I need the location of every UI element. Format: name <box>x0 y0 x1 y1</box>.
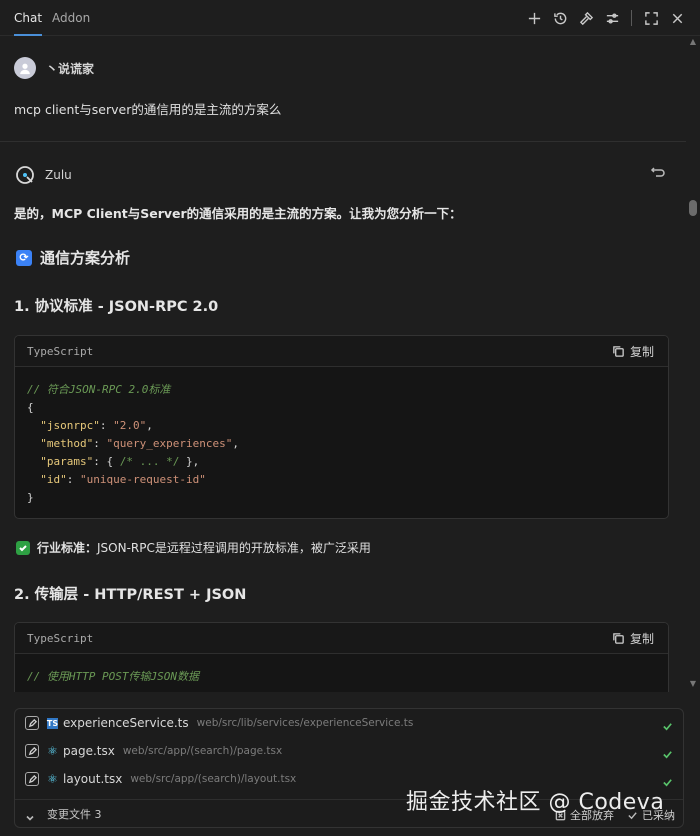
file-path: web/src/app/(search)/page.tsx <box>122 745 283 757</box>
file-name: layout.tsx <box>63 772 123 786</box>
code-language: TypeScript <box>27 631 94 645</box>
code-key: "jsonrpc" <box>40 419 100 432</box>
answer-intro: 是的，MCP Client与Server的通信采用的是主流的方案。让我为您分析一… <box>14 206 462 221</box>
code-key: "id" <box>40 473 67 486</box>
file-name: experienceService.ts <box>63 716 189 730</box>
file-row[interactable]: TS experienceService.ts web/src/lib/serv… <box>15 709 683 737</box>
react-file-icon: ⚛ <box>47 772 58 786</box>
tab-chat[interactable]: Chat <box>0 0 43 36</box>
code-line: { <box>27 401 34 414</box>
code-inline-comment: /* ... */ <box>119 455 180 468</box>
code-value: }, <box>179 455 200 468</box>
copy-button[interactable]: 复制 <box>612 630 654 647</box>
code-value: "2.0" <box>113 419 147 432</box>
code-header: TypeScript 复制 <box>15 336 668 367</box>
code-key: "params" <box>40 455 94 468</box>
react-file-icon: ⚛ <box>47 744 58 758</box>
check-icon <box>16 540 30 555</box>
code-value: "unique-request-id" <box>80 473 206 486</box>
code-line: } <box>27 491 34 504</box>
edit-icon[interactable] <box>25 772 39 786</box>
code-value: "query_experiences" <box>106 437 233 450</box>
code-key: "method" <box>40 437 94 450</box>
code-content: // 使用HTTP POST传输JSON数据 <box>15 654 668 692</box>
scrollbar-thumb[interactable] <box>689 200 697 216</box>
file-path: web/src/lib/services/experienceService.t… <box>196 717 414 729</box>
file-path: web/src/app/(search)/layout.tsx <box>130 773 297 785</box>
bot-header: Zulu <box>14 164 72 186</box>
section-title: 通信方案分析 <box>40 249 131 267</box>
heading-transport: 2. 传输层 - HTTP/REST + JSON <box>14 587 247 603</box>
toolbar-divider <box>631 10 632 26</box>
avatar <box>14 57 36 79</box>
changed-files-count: 变更文件 3 <box>47 807 102 821</box>
chat-panel: Chat Addon 丶说谎家 mcp client与server的通信用的是主… <box>0 0 700 836</box>
user-icon <box>20 63 30 75</box>
plus-icon[interactable] <box>521 5 547 31</box>
file-name: page.tsx <box>63 744 115 758</box>
section-heading: ⟳ 通信方案分析 <box>16 247 130 268</box>
code-content: // 符合JSON-RPC 2.0标准 { "jsonrpc": "2.0", … <box>27 383 239 504</box>
accepted-check-icon <box>662 717 673 731</box>
industry-note: 行业标准： JSON-RPC是远程过程调用的开放标准，被广泛采用 <box>16 539 371 556</box>
edit-icon[interactable] <box>25 716 39 730</box>
copy-label: 复制 <box>629 631 654 646</box>
user-message: mcp client与server的通信用的是主流的方案么 <box>14 102 282 117</box>
note-text: JSON-RPC是远程过程调用的开放标准，被广泛采用 <box>97 541 371 555</box>
user-header: 丶说谎家 <box>14 57 94 79</box>
toolbar <box>521 0 690 36</box>
copy-button[interactable]: 复制 <box>612 343 654 360</box>
edit-icon[interactable] <box>25 744 39 758</box>
copy-icon <box>613 345 624 357</box>
scrollbar[interactable]: ▲ ▼ <box>686 36 700 692</box>
scroll-down-icon[interactable]: ▼ <box>689 680 697 688</box>
bot-name: Zulu <box>45 168 72 182</box>
refresh-icon: ⟳ <box>16 249 32 266</box>
message-divider <box>0 141 686 142</box>
code-comment: // 符合JSON-RPC 2.0标准 <box>27 383 171 396</box>
conversation-area[interactable]: 丶说谎家 mcp client与server的通信用的是主流的方案么 Zulu … <box>0 37 686 692</box>
accepted-check-icon <box>662 745 673 759</box>
accepted-check-icon <box>662 773 673 787</box>
note-label: 行业标准： <box>37 541 98 555</box>
close-icon[interactable] <box>664 5 690 31</box>
copy-icon <box>613 632 624 644</box>
typescript-file-icon: TS <box>46 717 59 729</box>
file-row[interactable]: ⚛ page.tsx web/src/app/(search)/page.tsx <box>15 737 683 765</box>
heading-protocol: 1. 协议标准 - JSON-RPC 2.0 <box>14 299 219 315</box>
zulu-logo-icon <box>16 166 34 184</box>
sliders-icon[interactable] <box>599 5 625 31</box>
history-icon[interactable] <box>547 5 573 31</box>
scroll-up-icon[interactable]: ▲ <box>689 38 697 46</box>
hammer-icon[interactable] <box>573 5 599 31</box>
tab-addon[interactable]: Addon <box>42 0 90 36</box>
undo-icon[interactable] <box>650 164 668 182</box>
copy-label: 复制 <box>629 344 654 359</box>
watermark: 掘金技术社区 @ Codeva <box>406 790 665 815</box>
code-value: { <box>106 455 120 468</box>
user-name: 丶说谎家 <box>46 61 95 76</box>
chevron-down-icon[interactable] <box>25 808 37 821</box>
code-header: TypeScript 复制 <box>15 623 668 654</box>
code-comment: // 使用HTTP POST传输JSON数据 <box>27 670 199 683</box>
top-bar: Chat Addon <box>0 0 700 36</box>
code-block-1: TypeScript 复制 // 符合JSON-RPC 2.0标准 { "jso… <box>14 335 669 519</box>
expand-icon[interactable] <box>638 5 664 31</box>
code-language: TypeScript <box>27 344 94 358</box>
code-block-2: TypeScript 复制 // 使用HTTP POST传输JSON数据 <box>14 622 669 692</box>
